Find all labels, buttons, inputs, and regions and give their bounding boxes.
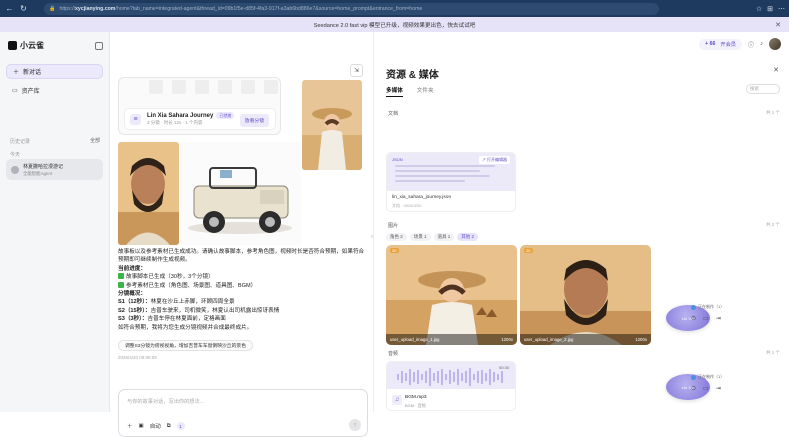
filter-chip[interactable]: 角色 2 xyxy=(386,233,407,241)
status-badge: 已就绪 xyxy=(216,111,235,119)
search-input[interactable]: 搜索 xyxy=(746,84,780,94)
logo: 小云雀 xyxy=(8,40,44,51)
filter-chip[interactable]: 道具 1 xyxy=(433,233,455,241)
section-label-today: 今天 xyxy=(10,152,21,158)
open-storyboard-button[interactable]: 放看分镜 xyxy=(239,114,269,127)
all-button[interactable]: 全部 xyxy=(90,137,100,144)
task-actions: 正在制作（1） ⊙ ▭ ⇥ xyxy=(691,374,725,392)
image-card[interactable]: 2K user_upload_image_2.jpg 1200x xyxy=(520,245,651,345)
announcement-banner: Seedance 2.0 fast vip 模型已升级，视频效果更出色，快去试试… xyxy=(0,17,789,32)
audio-card[interactable]: 00:30 ♫ BGM.mp3 BGM · 音频 xyxy=(386,361,516,411)
task-actions: 正在制作（1） ⊙ ▭ ⇥ xyxy=(691,304,725,322)
address-bar[interactable]: 🔒 https://xycjianying.com/home?tab_name=… xyxy=(44,2,659,15)
info-icon[interactable]: ⓘ xyxy=(748,40,754,49)
thumbnail-row xyxy=(149,80,278,94)
browser-toolbar: ← ↻ 🔒 https://xycjianying.com/home?tab_n… xyxy=(0,0,789,17)
logo-mark-icon xyxy=(8,41,17,50)
assistant-message: 故事板以及参考素材已生成成功。请确认故事脚本，参考角色图，视频时长是否符合预期，… xyxy=(118,249,365,331)
extensions-icon[interactable]: ⊞ xyxy=(767,5,773,13)
composer-input[interactable]: 与你的故事对话，写出你的想法… xyxy=(127,398,205,405)
bell-icon[interactable]: ♪ xyxy=(760,41,763,47)
storyboard-card: ≡ Lin Xia Sahara Journey 已就绪 3 分镜 · 时长 12… xyxy=(118,77,281,135)
status-dot-icon xyxy=(691,304,696,310)
filter-chip[interactable]: 其他 2 xyxy=(457,233,479,241)
project-card[interactable]: ≡ Lin Xia Sahara Journey 已就绪 3 分镜 · 时长 12… xyxy=(124,108,276,130)
credits-pill[interactable]: + 66 开会员 xyxy=(699,38,742,50)
conversation-item[interactable]: 林夏撒哈拉漫游记 全能智能Agent xyxy=(6,159,103,180)
waveform xyxy=(397,368,503,386)
new-chat-button[interactable]: ＋新对话 xyxy=(6,64,103,79)
timestamp: 2026/4/20 09:05:09 xyxy=(118,355,157,360)
collapse-sidebar-icon[interactable] xyxy=(95,42,103,50)
character-image[interactable] xyxy=(302,80,362,170)
document-card[interactable]: JSON ↗ 打开编辑器 lin_xia_sahara_journey.json… xyxy=(386,152,516,212)
send-button[interactable]: ↑ xyxy=(349,419,361,431)
pin-icon[interactable]: ⇲ xyxy=(350,64,363,77)
resources-panel: + 66 开会员 ⓘ ♪ 资源 & 媒体 ✕ 多媒体 文件夹 搜索 文档 共 1 … xyxy=(373,32,789,412)
mode-select[interactable]: 自动 xyxy=(150,422,161,430)
filter-chip[interactable]: 场景 1 xyxy=(409,233,431,241)
star-icon[interactable]: ☆ xyxy=(756,5,762,13)
image-filters: 角色 2 场景 1 道具 1 其他 2 xyxy=(386,233,479,241)
play-icon[interactable]: ⊙ xyxy=(691,315,696,322)
panel-title: 资源 & 媒体 xyxy=(386,70,439,81)
section-label: 历史记录 xyxy=(10,139,31,145)
storyboard-icon[interactable]: ⧉ xyxy=(167,423,171,430)
chat-panel: ⇲ ≡ Lin Xia Sahara Journey 已就绪 3 分镜 · 时长 … xyxy=(110,32,373,437)
avatar[interactable] xyxy=(769,38,781,50)
image-icon[interactable]: ▣ xyxy=(139,423,144,429)
export-icon[interactable]: ⇥ xyxy=(716,385,721,392)
menu-icon[interactable]: ⋯ xyxy=(778,5,785,13)
tab-media[interactable]: 多媒体 xyxy=(386,86,403,97)
attachment-count-badge: 1 xyxy=(176,422,185,430)
doc-count: 共 1 个 xyxy=(766,110,781,115)
image-count: 共 2 个 xyxy=(766,222,781,227)
close-icon[interactable]: ✕ xyxy=(775,21,781,29)
open-editor-button[interactable]: ↗ 打开编辑器 xyxy=(478,156,510,164)
folder-icon[interactable]: ▭ xyxy=(703,315,709,322)
check-icon xyxy=(118,273,124,280)
sidebar: 小云雀 ＋新对话 ▭ 资产库 历史记录 全部 今天 林夏撒哈拉漫游记 全能智能Age… xyxy=(0,32,110,412)
music-icon: ♫ xyxy=(392,395,402,405)
avatar xyxy=(11,165,19,174)
lock-icon: 🔒 xyxy=(49,5,56,12)
plus-icon[interactable]: ＋ xyxy=(127,422,133,430)
status-dot-icon xyxy=(691,374,696,380)
composer[interactable]: 与你的故事对话，写出你的想法… ＋ ▣ 自动 ⧉ 1 ↑ xyxy=(118,389,368,437)
jeep-image[interactable] xyxy=(180,142,301,245)
plus-icon: ＋ xyxy=(13,70,20,76)
export-icon[interactable]: ⇥ xyxy=(716,315,721,322)
folder-icon[interactable]: ▭ xyxy=(703,385,709,392)
tab-folder[interactable]: 文件夹 xyxy=(417,86,434,97)
check-icon xyxy=(118,281,124,288)
audio-section-label: 音频 xyxy=(388,351,399,357)
play-icon[interactable]: ⊙ xyxy=(691,385,696,392)
sidebar-item-assets[interactable]: ▭ 资产库 xyxy=(6,83,103,97)
list-icon: ≡ xyxy=(130,113,141,125)
image-card[interactable]: 2K user_upload_image_1.jpg 1200x xyxy=(386,245,517,345)
refresh-icon[interactable]: ↻ xyxy=(18,3,29,14)
close-icon[interactable]: ✕ xyxy=(773,66,779,74)
folder-icon: ▭ xyxy=(12,87,18,94)
suggestion-chip[interactable]: 调整S3分镜为俯视视角，增加吉普车车窗倒映沙丘的景色 xyxy=(118,340,253,351)
doc-section-label: 文档 xyxy=(388,111,399,117)
back-icon[interactable]: ← xyxy=(4,3,15,14)
driver-image[interactable] xyxy=(118,142,179,245)
audio-count: 共 1 个 xyxy=(766,350,781,355)
image-section-label: 图片 xyxy=(388,223,399,229)
